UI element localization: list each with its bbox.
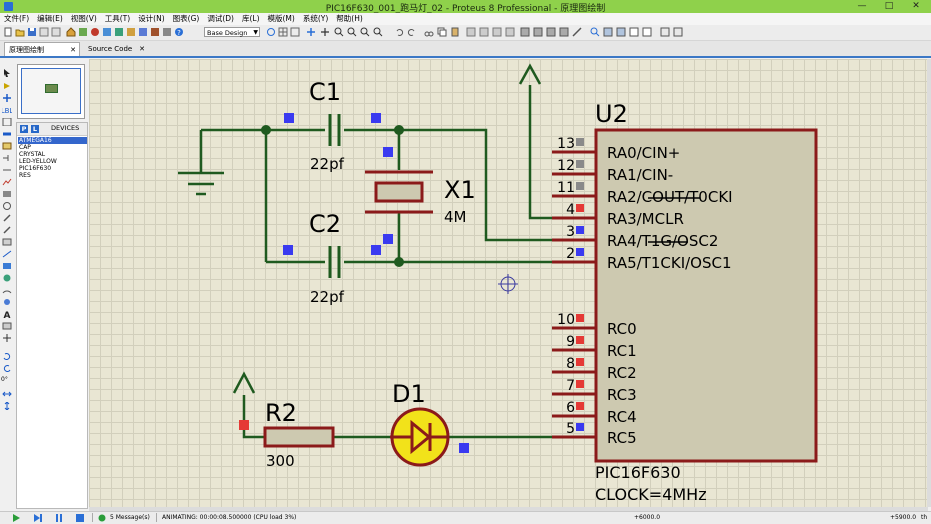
r2-ref: R2 (265, 399, 297, 427)
cursor-crosshair-icon (498, 274, 518, 294)
pin-name: RC4 (607, 408, 637, 426)
message-count[interactable]: 5 Message(s) (110, 512, 150, 523)
pin-name: RA4/T1G/OSC2 (607, 232, 718, 250)
pin-name: RA1/CIN- (607, 166, 673, 184)
pin-name: RA5/T1CKI/OSC1 (607, 254, 732, 272)
animation-status: ANIMATING: 00:00:08.500000 (CPU load 3%) (162, 514, 297, 521)
u2-clock: CLOCK=4MHz (595, 485, 707, 504)
c1-value: 22pf (310, 155, 345, 173)
c1-ref: C1 (309, 78, 341, 106)
pin-name: RC3 (607, 386, 637, 404)
status-bar: 5 Message(s) ANIMATING: 00:00:08.500000 … (0, 511, 931, 524)
led-d1 (390, 407, 450, 467)
pin-number: 9 (566, 334, 575, 350)
u2-part-name: PIC16F630 (595, 463, 681, 482)
schematic-drawing: C1 C2 X1 U2 R2 D1 22pf 22pf 4M 300 PIC16… (178, 63, 818, 504)
stop-icon[interactable] (75, 513, 85, 523)
pin-number: 8 (566, 356, 575, 372)
pin-number: 13 (557, 136, 575, 152)
power-terminal-u2 (518, 63, 542, 85)
power-terminal-r2 (232, 371, 256, 394)
status-separator (156, 513, 157, 522)
pin-number: 2 (566, 246, 575, 262)
ic-u2 (552, 128, 818, 463)
step-icon[interactable] (33, 513, 43, 523)
resistor-r2 (263, 426, 335, 448)
cursor-x-coordinate: +6000.0 (634, 514, 661, 521)
c2-value: 22pf (310, 288, 345, 306)
pin-number: 10 (557, 312, 575, 328)
pin-number: 5 (566, 421, 575, 437)
pin-number: 4 (566, 202, 575, 218)
status-separator (92, 513, 93, 522)
pin-number: 3 (566, 224, 575, 240)
message-status-icon (98, 514, 106, 522)
play-icon[interactable] (11, 513, 21, 523)
pause-icon[interactable] (54, 513, 64, 523)
pin-name: RC0 (607, 320, 637, 338)
pin-name: RA3/MCLR (607, 210, 684, 228)
pin-number: 11 (557, 180, 575, 196)
pin-name: RA2/COUT/T0CKI (607, 188, 733, 206)
u2-ref: U2 (595, 100, 628, 128)
pin-number: 7 (566, 378, 575, 394)
capacitor-c2 (328, 246, 341, 278)
pin-name: RA0/CIN+ (607, 144, 680, 162)
x1-ref: X1 (444, 176, 476, 204)
pin-number: 12 (557, 158, 575, 174)
x1-value: 4M (444, 208, 467, 226)
wires (199, 85, 552, 439)
coordinate-unit: th (921, 514, 928, 521)
ground-symbol (178, 171, 224, 196)
pin-name: RC5 (607, 429, 637, 447)
crystal-x1 (365, 170, 433, 214)
c2-ref: C2 (309, 210, 341, 238)
pin-name: RC1 (607, 342, 637, 360)
capacitor-c1 (328, 114, 341, 146)
pin-name: RC2 (607, 364, 637, 382)
d1-ref: D1 (392, 380, 426, 408)
r2-value: 300 (266, 452, 295, 470)
pin-number: 6 (566, 400, 575, 416)
cursor-y-coordinate: +5900.0 (890, 514, 917, 521)
